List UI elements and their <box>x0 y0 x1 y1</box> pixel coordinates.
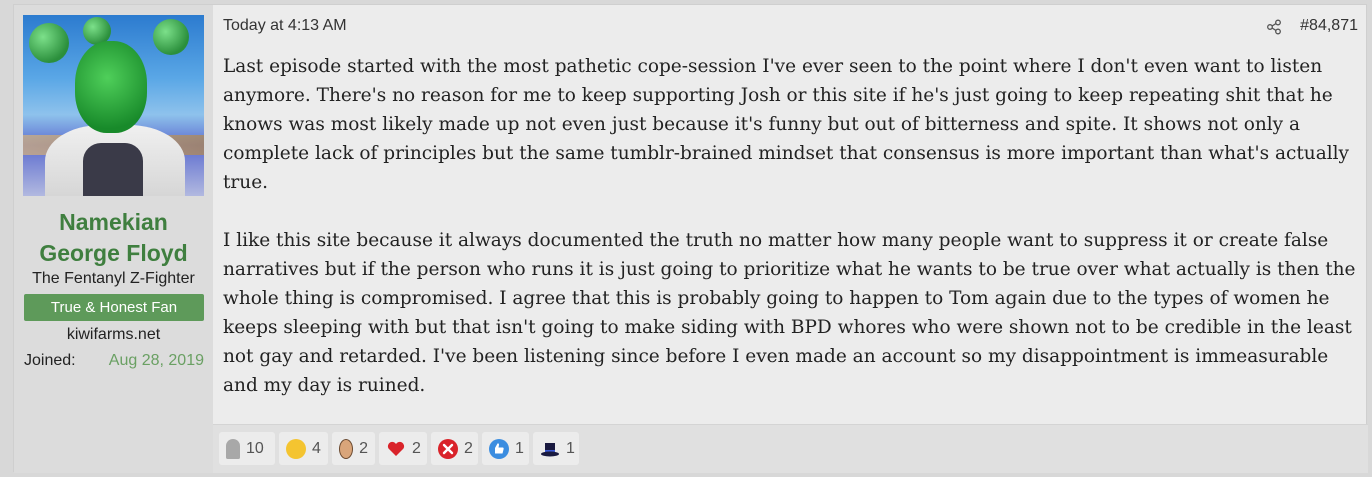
reaction-thumbs-up[interactable]: 1 <box>482 432 529 465</box>
reaction-top-hat[interactable]: 1 <box>533 432 579 465</box>
post-content: Last episode started with the most pathe… <box>223 52 1358 429</box>
user-banner: True & Honest Fan <box>24 294 204 321</box>
joined-label: Joined: <box>24 352 76 369</box>
thumbs-up-icon <box>489 438 509 459</box>
user-site: kiwifarms.net <box>66 326 161 343</box>
reaction-count: 10 <box>246 439 264 457</box>
post-paragraph: I like this site because it always docum… <box>223 230 1356 396</box>
username-link[interactable]: Namekian George Floyd <box>14 207 213 269</box>
username-line2: George Floyd <box>39 240 188 266</box>
avatar-tree-decoration <box>29 23 69 63</box>
share-icon[interactable] <box>1266 19 1282 35</box>
avatar-shirt <box>83 143 143 196</box>
reaction-count: 1 <box>566 439 575 457</box>
post-timestamp[interactable]: Today at 4:13 AM <box>223 17 347 35</box>
top-hat-icon <box>540 439 560 459</box>
post-main: Today at 4:13 AM #84,871 Last episode st… <box>213 5 1368 473</box>
user-info-panel: Namekian George Floyd The Fentanyl Z-Fig… <box>14 5 213 473</box>
reaction-count: 2 <box>464 439 473 457</box>
avatar-head <box>75 41 147 133</box>
avatar-tree-decoration <box>153 19 189 55</box>
joined-date: Aug 28, 2019 <box>108 352 204 369</box>
thinking-icon <box>286 438 306 459</box>
post-paragraph: Last episode started with the most pathe… <box>223 56 1350 193</box>
avatar[interactable] <box>23 15 204 196</box>
x-icon <box>438 438 458 459</box>
post-number[interactable]: #84,871 <box>1300 17 1358 35</box>
reaction-count: 2 <box>412 439 421 457</box>
reaction-count: 1 <box>515 439 524 457</box>
username-line1: Namekian <box>59 209 168 235</box>
reactions-bar: 10 4 2 2 2 1 1 <box>213 424 1368 473</box>
user-title: The Fentanyl Z-Fighter <box>32 270 195 287</box>
tombstone-icon <box>226 438 240 459</box>
reaction-face[interactable]: 2 <box>332 432 375 465</box>
reaction-thinking[interactable]: 4 <box>279 432 328 465</box>
post: Namekian George Floyd The Fentanyl Z-Fig… <box>13 4 1368 473</box>
face-icon <box>339 438 354 459</box>
reaction-x[interactable]: 2 <box>431 432 478 465</box>
reaction-count: 2 <box>359 439 368 457</box>
reaction-tombstone[interactable]: 10 <box>219 432 275 465</box>
reaction-heart[interactable]: 2 <box>379 432 427 465</box>
heart-icon <box>386 439 406 459</box>
reaction-count: 4 <box>312 439 321 457</box>
